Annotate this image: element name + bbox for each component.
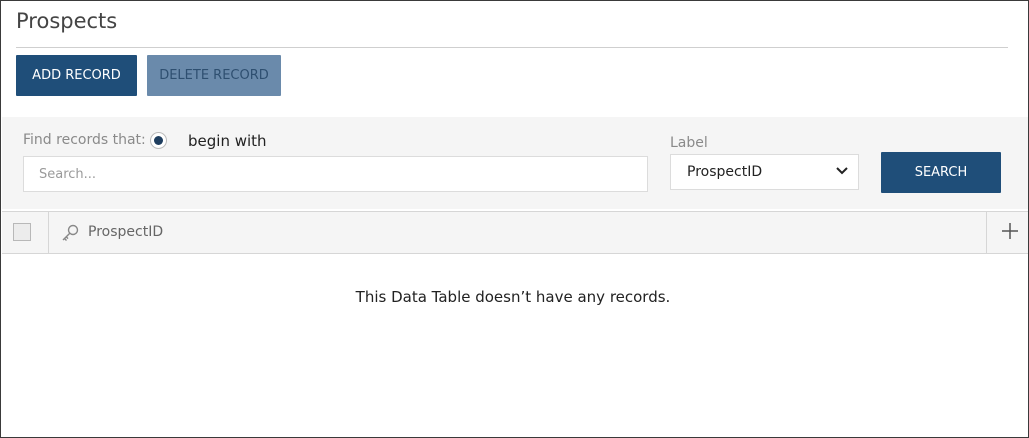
field-select[interactable]: ProspectID [670, 154, 859, 190]
app-window: Prospects ADD RECORD DELETE RECORD Find … [0, 0, 1029, 438]
select-all-cell [2, 212, 49, 253]
field-label: Label [670, 135, 708, 151]
find-records-label: Find records that: [23, 132, 146, 148]
key-icon [62, 224, 79, 241]
plus-icon[interactable] [1000, 221, 1020, 241]
empty-table-message: This Data Table doesn’t have any records… [355, 288, 671, 306]
page-title: Prospects [16, 9, 118, 33]
add-column-cell [986, 212, 1028, 253]
begin-with-radio[interactable] [150, 132, 167, 149]
select-all-checkbox[interactable] [13, 223, 31, 241]
search-button[interactable]: SEARCH [881, 152, 1001, 193]
title-divider [16, 47, 1008, 48]
field-select-value: ProspectID [687, 164, 763, 180]
chevron-down-icon [836, 167, 848, 175]
table-header: ProspectID [2, 211, 1028, 254]
begin-with-label: begin with [188, 132, 267, 150]
search-input[interactable] [23, 156, 648, 192]
add-record-button[interactable]: ADD RECORD [16, 55, 137, 96]
delete-record-button[interactable]: DELETE RECORD [147, 55, 281, 96]
column-header-prospectid[interactable]: ProspectID [88, 224, 163, 240]
